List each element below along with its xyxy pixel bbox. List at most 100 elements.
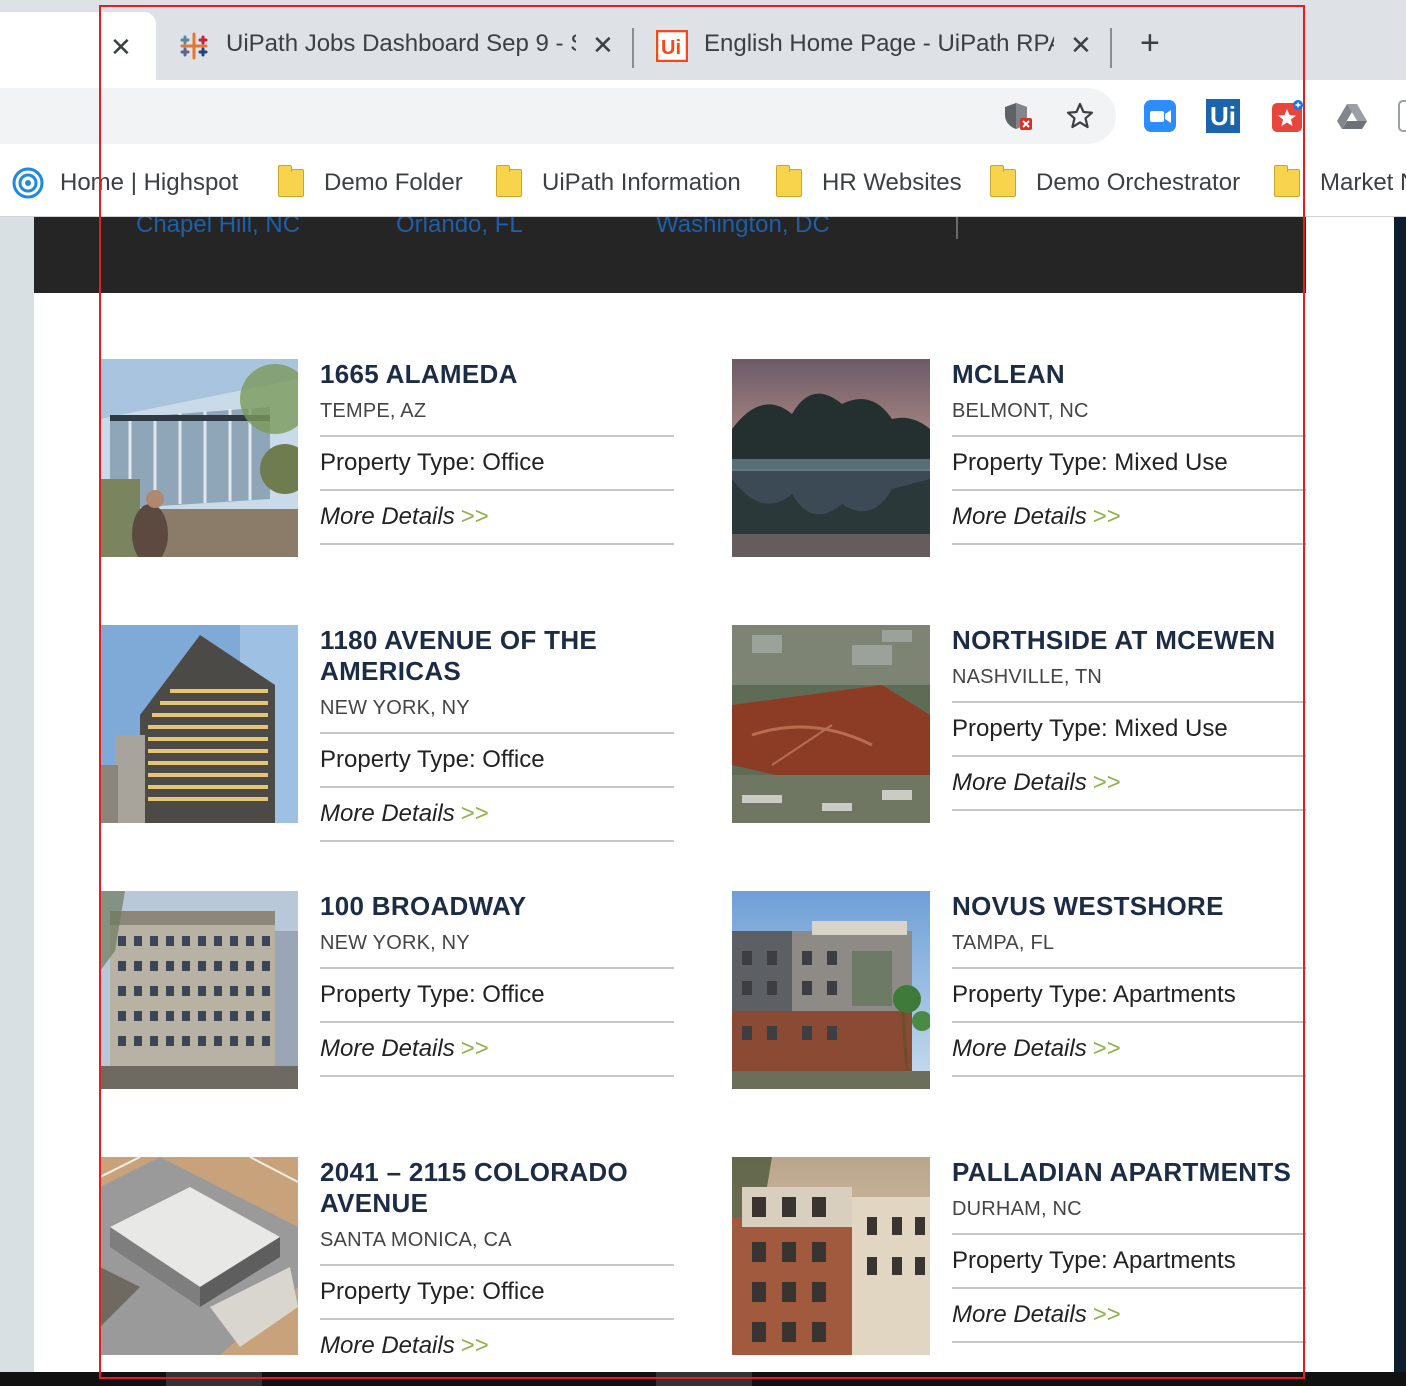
bookmark-market[interactable]: Market N — [1274, 165, 1406, 200]
property-image[interactable] — [100, 1157, 298, 1355]
bookmark-label: Demo Folder — [324, 169, 463, 196]
scrollbar-segment — [656, 1372, 752, 1386]
more-details-label: More Details — [952, 503, 1087, 530]
property-type: Property Type: Office — [320, 1266, 674, 1320]
bookmark-star-icon[interactable] — [1064, 100, 1096, 132]
uipath-logo-icon: Ui — [656, 30, 688, 62]
more-details-link[interactable]: More Details >> — [952, 1289, 1306, 1343]
chevron-right-icon: >> — [460, 1035, 489, 1062]
property-card: 1180 AVENUE OF THE AMERICAS NEW YORK, NY… — [100, 625, 680, 842]
tab-title: UiPath Jobs Dashboard Sep 9 - Sc — [226, 30, 576, 57]
page-left-margin — [0, 217, 34, 1372]
property-image[interactable] — [732, 1157, 930, 1355]
property-type: Property Type: Apartments — [952, 1235, 1306, 1289]
property-info: NORTHSIDE AT MCEWEN NASHVILLE, TN Proper… — [952, 625, 1306, 811]
property-location: BELMONT, NC — [952, 400, 1306, 437]
property-info: 2041 – 2115 COLORADO AVENUE SANTA MONICA… — [320, 1157, 674, 1372]
more-details-link[interactable]: More Details >> — [952, 1023, 1306, 1077]
tab-uipath-home[interactable]: Ui English Home Page - UiPath RPA ✕ — [634, 12, 1110, 80]
property-card: MCLEAN BELMONT, NC Property Type: Mixed … — [732, 359, 1312, 559]
chevron-right-icon: >> — [1092, 769, 1121, 796]
city-link[interactable]: Washington, DC — [656, 217, 830, 239]
property-image[interactable] — [100, 359, 298, 557]
property-image[interactable] — [732, 625, 930, 823]
bookmark-home-highspot[interactable]: Home | Highspot — [12, 166, 238, 200]
chevron-right-icon: >> — [460, 800, 489, 827]
bookmark-hr-websites[interactable]: HR Websites — [776, 165, 962, 200]
city-link[interactable]: Chapel Hill, NC — [136, 217, 300, 239]
city-link[interactable]: Orlando, FL — [396, 217, 523, 239]
folder-icon — [496, 165, 522, 197]
more-details-link[interactable]: More Details >> — [320, 491, 674, 545]
new-tab-button[interactable]: + — [1140, 26, 1160, 60]
starred-extension-icon[interactable] — [1272, 100, 1304, 132]
band-divider — [956, 217, 958, 239]
chevron-right-icon: >> — [460, 1332, 489, 1359]
more-details-label: More Details — [952, 1035, 1087, 1062]
uipath-extension-icon[interactable]: Ui — [1206, 99, 1240, 133]
property-location: SANTA MONICA, CA — [320, 1229, 674, 1266]
shield-blocked-icon[interactable] — [1002, 100, 1034, 132]
highspot-icon — [12, 167, 44, 199]
property-type: Property Type: Mixed Use — [952, 703, 1306, 757]
property-image[interactable] — [732, 359, 930, 557]
property-location: TAMPA, FL — [952, 932, 1306, 969]
close-tab-icon[interactable]: ✕ — [110, 32, 132, 63]
bookmark-label: HR Websites — [822, 169, 962, 196]
folder-icon — [278, 165, 304, 197]
property-type: Property Type: Office — [320, 969, 674, 1023]
folder-icon — [776, 165, 802, 197]
property-name[interactable]: 2041 – 2115 COLORADO AVENUE — [320, 1157, 674, 1219]
property-info: PALLADIAN APARTMENTS DURHAM, NC Property… — [952, 1157, 1306, 1343]
bookmark-label: Market N — [1320, 169, 1406, 196]
property-info: MCLEAN BELMONT, NC Property Type: Mixed … — [952, 359, 1306, 545]
bookmarks-bar: Home | Highspot Demo Folder UiPath Infor… — [0, 152, 1406, 217]
property-type: Property Type: Office — [320, 437, 674, 491]
tab-previous[interactable]: ✕ — [0, 12, 156, 80]
property-image[interactable] — [100, 625, 298, 823]
close-tab-icon[interactable]: ✕ — [592, 30, 614, 61]
property-name[interactable]: 100 BROADWAY — [320, 891, 674, 922]
more-details-link[interactable]: More Details >> — [952, 757, 1306, 811]
bookmark-uipath-information[interactable]: UiPath Information — [496, 165, 741, 200]
property-type: Property Type: Mixed Use — [952, 437, 1306, 491]
property-image[interactable] — [732, 891, 930, 1089]
chevron-right-icon: >> — [460, 503, 489, 530]
property-location: DURHAM, NC — [952, 1198, 1306, 1235]
property-card: PALLADIAN APARTMENTS DURHAM, NC Property… — [732, 1157, 1312, 1357]
bookmark-label: Home | Highspot — [60, 169, 239, 196]
property-info: 100 BROADWAY NEW YORK, NY Property Type:… — [320, 891, 674, 1077]
close-tab-icon[interactable]: ✕ — [1070, 30, 1092, 61]
property-name[interactable]: 1180 AVENUE OF THE AMERICAS — [320, 625, 674, 687]
property-card: 1665 ALAMEDA TEMPE, AZ Property Type: Of… — [100, 359, 680, 559]
svg-text:Ui: Ui — [661, 37, 681, 59]
tableau-icon — [180, 32, 208, 60]
property-name[interactable]: 1665 ALAMEDA — [320, 359, 674, 390]
property-image[interactable] — [100, 891, 298, 1089]
more-details-label: More Details — [952, 769, 1087, 796]
more-extensions-icon[interactable] — [1398, 100, 1406, 132]
more-details-link[interactable]: More Details >> — [320, 1023, 674, 1077]
property-name[interactable]: MCLEAN — [952, 359, 1306, 390]
bookmark-demo-folder[interactable]: Demo Folder — [278, 165, 463, 200]
chevron-right-icon: >> — [1092, 1035, 1121, 1062]
bookmark-demo-orchestrator[interactable]: Demo Orchestrator — [990, 165, 1240, 200]
tab-strip: ✕ UiPath Jobs Dashboard Sep 9 - Sc ✕ Ui … — [0, 0, 1406, 80]
google-drive-icon[interactable] — [1336, 100, 1368, 132]
property-info: NOVUS WESTSHORE TAMPA, FL Property Type:… — [952, 891, 1306, 1077]
more-details-link[interactable]: More Details >> — [320, 1320, 674, 1372]
more-details-label: More Details — [952, 1301, 1087, 1328]
property-name[interactable]: PALLADIAN APARTMENTS — [952, 1157, 1306, 1188]
address-bar[interactable] — [0, 88, 1116, 144]
more-details-link[interactable]: More Details >> — [952, 491, 1306, 545]
chevron-right-icon: >> — [1092, 1301, 1121, 1328]
more-details-link[interactable]: More Details >> — [320, 788, 674, 842]
property-name[interactable]: NORTHSIDE AT MCEWEN — [952, 625, 1306, 656]
property-location: NEW YORK, NY — [320, 932, 674, 969]
property-name[interactable]: NOVUS WESTSHORE — [952, 891, 1306, 922]
folder-icon — [990, 165, 1016, 197]
bottom-edge — [0, 1372, 1406, 1386]
zoom-extension-icon[interactable] — [1144, 100, 1176, 132]
property-type: Property Type: Office — [320, 734, 674, 788]
tab-uipath-jobs-dashboard[interactable]: UiPath Jobs Dashboard Sep 9 - Sc ✕ — [156, 12, 626, 80]
